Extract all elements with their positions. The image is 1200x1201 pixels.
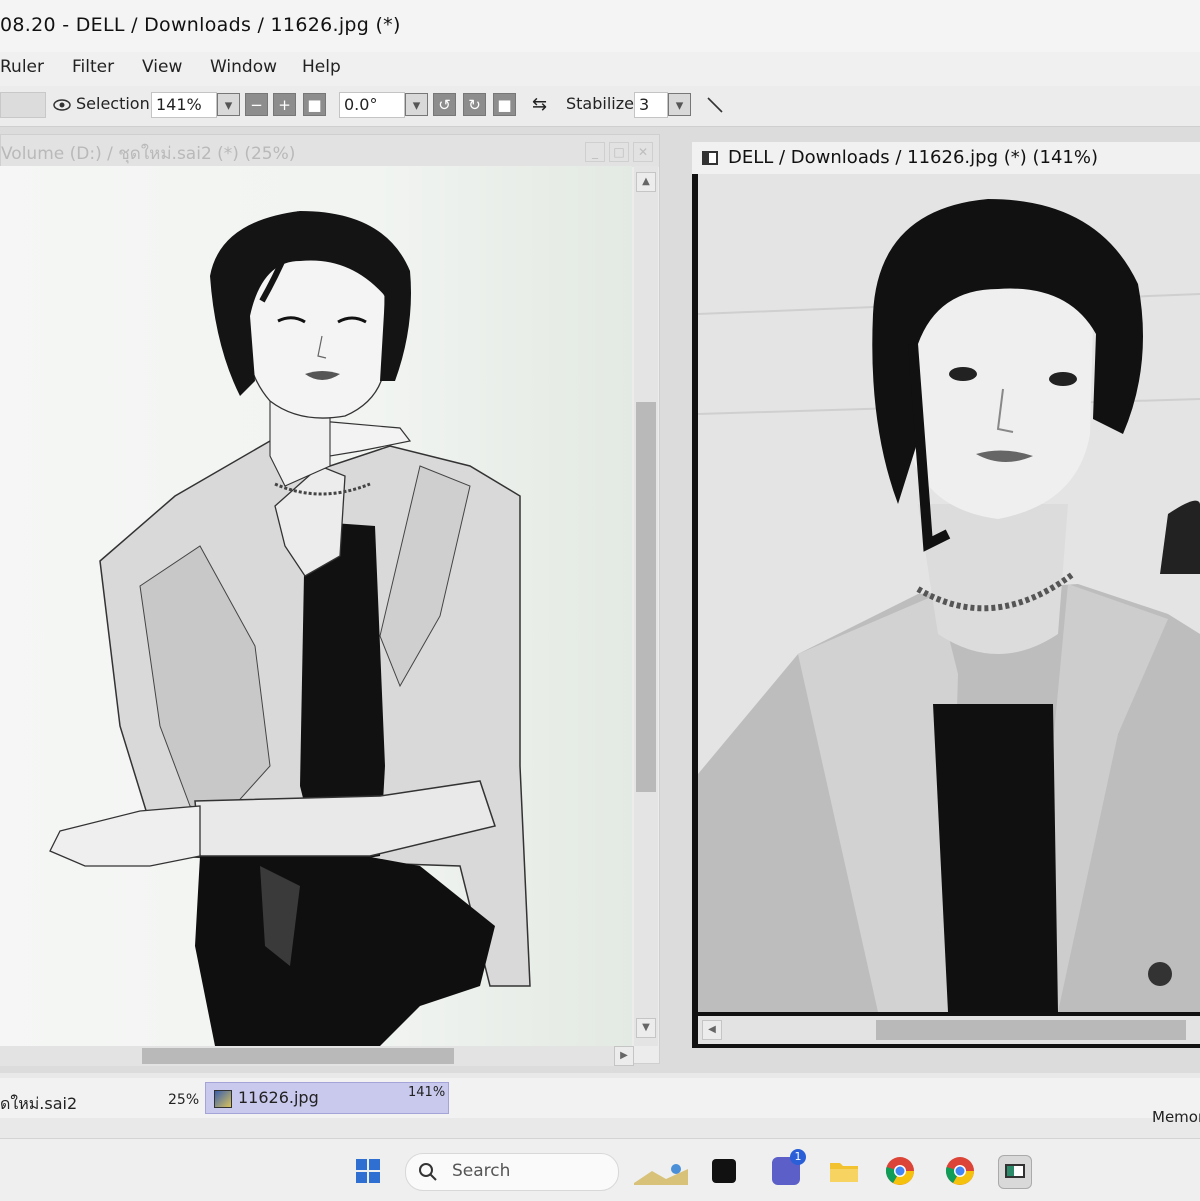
scroll-up-arrow-icon[interactable]: ▲ — [636, 172, 656, 192]
document-tabs-bar: ดใหม่.sai2 25% 11626.jpg 141% Memor — [0, 1078, 1200, 1126]
pen-stroke-icon[interactable] — [704, 92, 726, 118]
stabilizer-field[interactable]: 3 — [634, 92, 668, 118]
close-icon[interactable]: ✕ — [633, 142, 653, 162]
stabilizer-label: Stabilizer — [566, 94, 641, 113]
windows-start-icon[interactable] — [352, 1155, 384, 1187]
toolbar: Selection 141% ▾ − + ■ 0.0° ▾ ↺ ↻ ■ ⇆ St… — [0, 86, 1200, 127]
zoom-reset-button[interactable]: ■ — [303, 93, 326, 116]
scroll-down-arrow-icon[interactable]: ▼ — [636, 1018, 656, 1038]
selection-label: Selection — [76, 94, 150, 113]
menu-item-filter[interactable]: Filter — [72, 57, 114, 77]
canvas-right-title: DELL / Downloads / 11626.jpg (*) (141%) — [728, 147, 1098, 168]
hscrollbar-thumb[interactable] — [142, 1048, 454, 1064]
rotate-left-button[interactable]: ↺ — [433, 93, 456, 116]
scroll-left-arrow-icon[interactable]: ◀ — [702, 1020, 722, 1040]
menu-item-window[interactable]: Window — [210, 57, 277, 77]
eye-icon[interactable] — [52, 92, 72, 118]
widgets-icon[interactable] — [632, 1155, 690, 1187]
search-icon — [418, 1162, 438, 1182]
canvas-left-title: Volume (D:) / ชุดใหม่.sai2 (*) (25%) — [1, 144, 296, 164]
hscrollbar2-thumb[interactable] — [876, 1020, 1186, 1040]
title-bar: 08.20 - DELL / Downloads / 11626.jpg (*) — [0, 0, 1200, 52]
teams-badge: 1 — [790, 1149, 806, 1165]
image-file-icon — [214, 1090, 232, 1108]
canvas-left-horizontal-scrollbar[interactable]: ▶ — [0, 1046, 634, 1066]
taskbar-search-box[interactable]: Search — [405, 1153, 619, 1191]
zoom-dropdown-button[interactable]: ▾ — [217, 93, 240, 116]
canvas-left-vertical-scrollbar[interactable]: ▲ ▼ — [634, 166, 658, 1046]
scroll-right-arrow-icon[interactable]: ▶ — [614, 1046, 634, 1066]
doc-tab-1-name[interactable]: ดใหม่.sai2 — [0, 1092, 77, 1117]
stabilizer-dropdown-button[interactable]: ▾ — [668, 93, 691, 116]
canvas-left-titlebar: Volume (D:) / ชุดใหม่.sai2 (*) (25%) _ □… — [1, 135, 659, 167]
reference-photo-canvas[interactable] — [698, 174, 1200, 1012]
chrome-icon[interactable] — [884, 1155, 916, 1187]
doc-tab-1-zoom: 25% — [168, 1092, 200, 1108]
toolbar-toggle-buttons[interactable] — [0, 92, 46, 118]
doc-tab-2-name: 11626.jpg — [238, 1088, 319, 1107]
chrome-icon[interactable] — [944, 1155, 976, 1187]
window-title: 08.20 - DELL / Downloads / 11626.jpg (*) — [0, 14, 401, 36]
menu-item-ruler[interactable]: Ruler — [0, 57, 44, 77]
teams-icon[interactable]: 1 — [772, 1149, 806, 1185]
rotation-field[interactable]: 0.0° — [339, 92, 405, 118]
rotation-reset-button[interactable]: ■ — [493, 93, 516, 116]
minimize-icon[interactable]: _ — [585, 142, 605, 162]
canvas-right-titlebar: DELL / Downloads / 11626.jpg (*) (141%) — [692, 142, 1200, 174]
zoom-in-button[interactable]: + — [273, 93, 296, 116]
maximize-icon[interactable]: □ — [609, 142, 629, 162]
canvas-right-horizontal-scrollbar[interactable]: ◀ — [698, 1016, 1200, 1044]
line-art-illustration — [49, 211, 531, 1046]
menu-item-view[interactable]: View — [142, 57, 182, 77]
reference-photo — [698, 174, 1200, 1012]
menu-item-help[interactable]: Help — [302, 57, 341, 77]
doc-tab-2-zoom: 141% — [408, 1085, 446, 1100]
zoom-out-button[interactable]: − — [245, 93, 268, 116]
paint-tool-sai-icon[interactable] — [998, 1155, 1032, 1189]
file-explorer-icon[interactable] — [828, 1155, 860, 1187]
memory-label: Memor — [1152, 1108, 1200, 1126]
document-icon — [702, 151, 718, 165]
search-placeholder: Search — [452, 1161, 511, 1181]
rotate-right-button[interactable]: ↻ — [463, 93, 486, 116]
menu-bar: Ruler Filter View Window Help — [0, 52, 1200, 86]
artwork-canvas[interactable] — [0, 166, 632, 1046]
scrollbar-thumb[interactable] — [636, 402, 656, 792]
zoom-field[interactable]: 141% — [151, 92, 217, 118]
app-icon[interactable] — [712, 1159, 736, 1183]
doc-tab-2[interactable]: 11626.jpg 141% — [205, 1082, 449, 1114]
flip-horizontal-icon[interactable]: ⇆ — [532, 92, 554, 118]
taskbar: Search 1 — [0, 1138, 1200, 1201]
rotation-dropdown-button[interactable]: ▾ — [405, 93, 428, 116]
